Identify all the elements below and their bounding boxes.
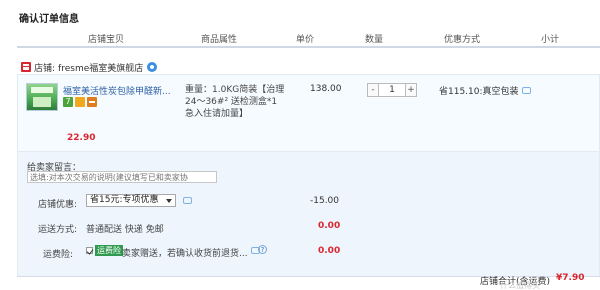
watermark: 什么值得买 <box>500 281 540 290</box>
quantity-increase-button[interactable]: + <box>405 83 417 97</box>
page-title: 确认订单信息 <box>19 14 79 25</box>
product-price: 22.90 <box>67 133 96 143</box>
col-attributes: 商品属性 <box>201 35 238 45</box>
quantity-decrease-button[interactable]: - <box>367 83 379 97</box>
shop-promo-label: 店铺优惠: <box>38 200 78 210</box>
col-subtotal: 小计 <box>541 35 560 45</box>
promo-chat-icon[interactable] <box>183 197 192 204</box>
col-shop-item: 店铺宝贝 <box>88 35 125 45</box>
col-unit-price: 单价 <box>296 35 315 45</box>
shipping-label: 运送方式: <box>38 225 78 235</box>
insurance-checkbox[interactable] <box>86 247 93 254</box>
insurance-description: 卖家赠送，若确认收货前退货... <box>122 249 248 259</box>
column-header: 店铺宝贝 商品属性 单价 数量 优惠方式 小计 <box>17 26 600 46</box>
discount-method: 省115.10:真空包装 <box>439 84 531 97</box>
shipping-amount: 0.00 <box>318 221 341 231</box>
chevron-down-icon <box>166 199 172 203</box>
shop-promo-select[interactable]: 省15元:专项优惠 <box>86 194 176 207</box>
insurance-label: 运费险: <box>43 250 74 260</box>
shipping-method: 普通配送 快递 免邮 <box>86 225 164 235</box>
wangwang-chat-icon[interactable] <box>147 62 158 72</box>
shop-icon <box>21 62 31 72</box>
discount-text: 省115.10:真空包装 <box>439 87 519 97</box>
shop-promo-selected: 省15元:专项优惠 <box>90 195 159 205</box>
col-quantity: 数量 <box>365 35 384 45</box>
shop-total-value: ¥7.90 <box>556 273 585 283</box>
help-icon[interactable]: ? <box>258 245 267 254</box>
product-thumbnail[interactable] <box>26 83 58 111</box>
insurance-tag: 运费险 <box>95 245 123 256</box>
credit-card-icon[interactable] <box>87 97 97 107</box>
insurance-amount: 0.00 <box>318 246 341 256</box>
shop-prefix: 店铺: <box>34 63 56 74</box>
seven-day-return-icon[interactable]: 7 <box>63 97 73 107</box>
discount-chat-icon[interactable] <box>521 87 531 94</box>
message-input[interactable] <box>27 171 217 183</box>
shop-promo-amount: -15.00 <box>310 196 340 206</box>
unit-price: 138.00 <box>310 84 342 94</box>
header-divider <box>17 46 600 48</box>
col-discount: 优惠方式 <box>444 35 481 45</box>
payment-icon[interactable] <box>75 97 85 107</box>
shop-name-link[interactable]: fresme福室美旗舰店 <box>58 61 143 74</box>
quantity-stepper: - 1 + <box>367 83 417 97</box>
order-item-row: 福室美活性炭包除甲醛新... 7 重量：1.0KG简装【治理24～36#² 送检… <box>17 74 600 152</box>
shop-row: 店铺: fresme福室美旗舰店 <box>21 60 158 74</box>
service-badges: 7 <box>63 97 97 107</box>
product-attributes: 重量：1.0KG简装【治理24～36#² 送检测盒*1 急入住请加量】 <box>185 85 285 119</box>
product-title-link[interactable]: 福室美活性炭包除甲醛新... <box>63 84 171 97</box>
quantity-input[interactable]: 1 <box>379 83 405 97</box>
